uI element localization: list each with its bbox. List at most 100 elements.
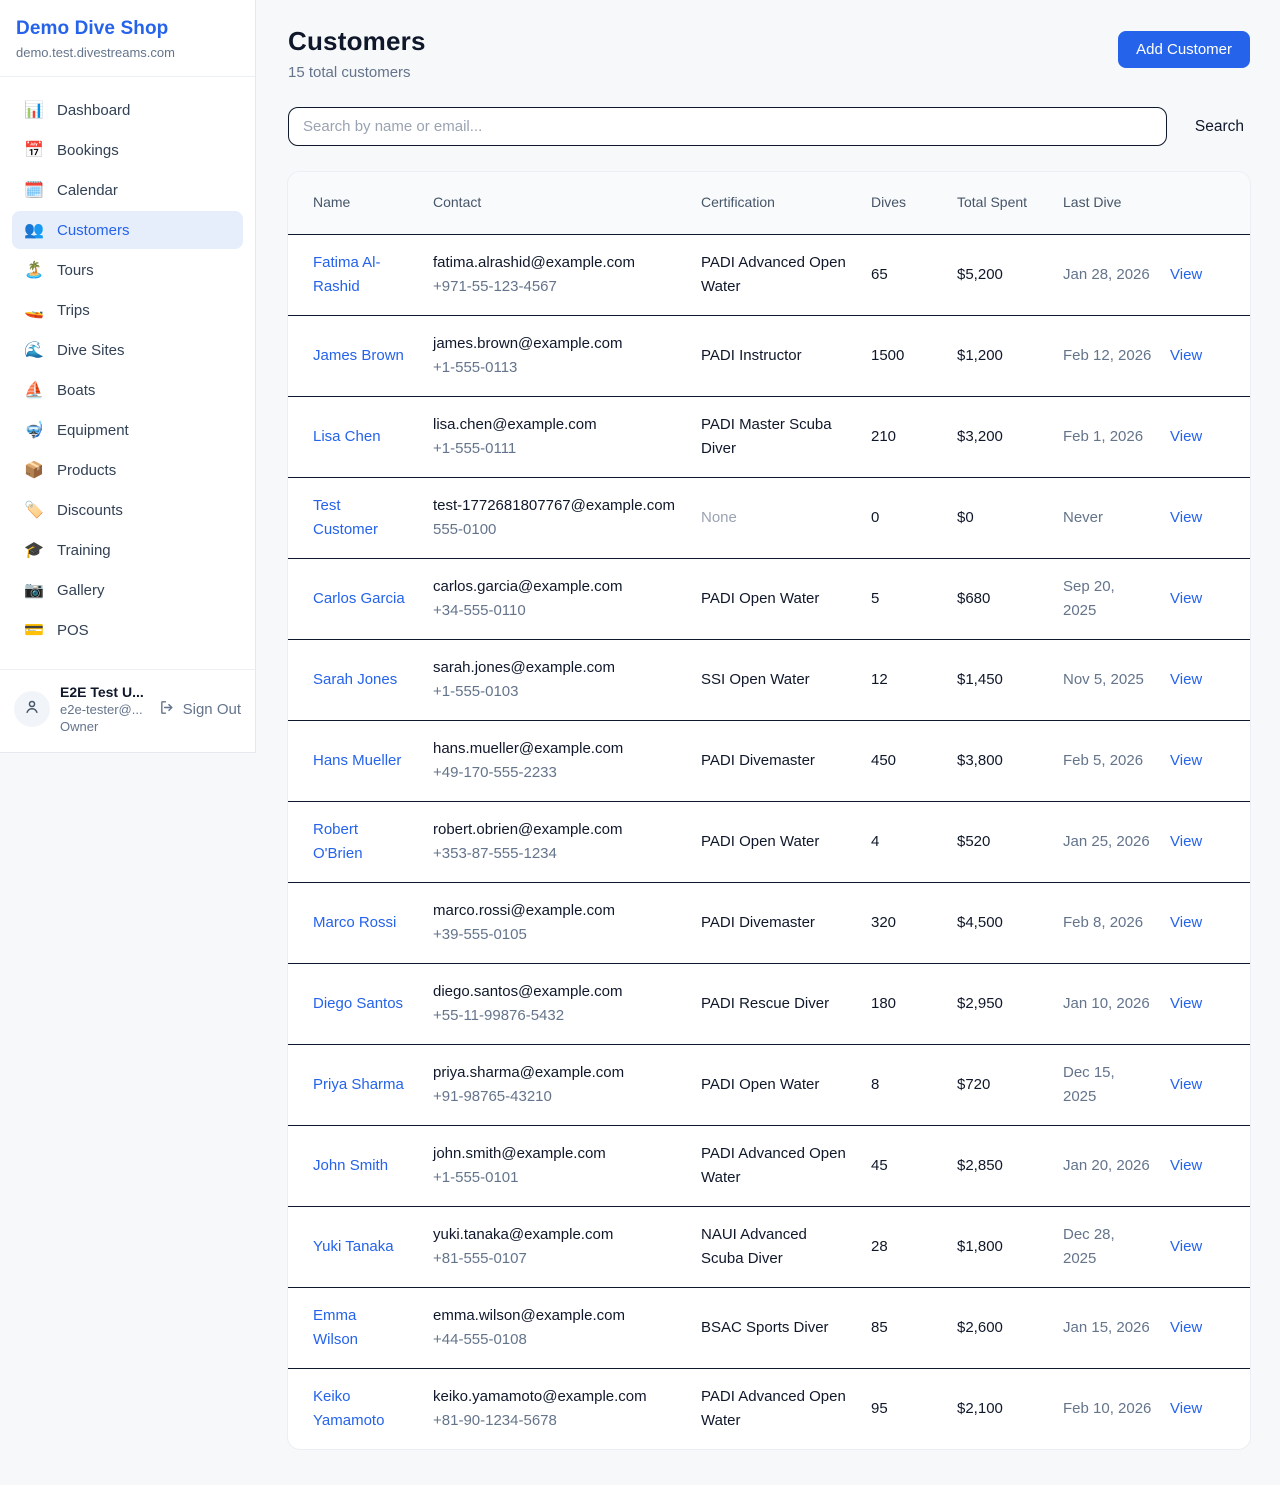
sidebar-item-equipment[interactable]: 🤿Equipment <box>12 411 243 449</box>
view-customer-link[interactable]: View <box>1170 428 1202 445</box>
customer-name-link[interactable]: Carlos Garcia <box>313 587 405 611</box>
view-customer-link[interactable]: View <box>1170 347 1202 364</box>
customer-name-cell: John Smith <box>288 1125 433 1206</box>
customer-contact-cell: emma.wilson@example.com+44-555-0108 <box>433 1287 701 1368</box>
customer-name-cell: Fatima Al-Rashid <box>288 234 433 315</box>
customer-name-link[interactable]: Lisa Chen <box>313 425 381 449</box>
view-customer-link[interactable]: View <box>1170 1319 1202 1336</box>
sidebar-item-gallery[interactable]: 📷Gallery <box>12 571 243 609</box>
customer-email: yuki.tanaka@example.com <box>433 1223 683 1247</box>
customer-total-spent-cell: $680 <box>957 558 1063 639</box>
sidebar-item-discounts[interactable]: 🏷️Discounts <box>12 491 243 529</box>
customer-name-link[interactable]: Yuki Tanaka <box>313 1235 394 1259</box>
view-customer-link[interactable]: View <box>1170 266 1202 283</box>
customer-name-link[interactable]: Robert O'Brien <box>313 818 405 866</box>
view-customer-link[interactable]: View <box>1170 1238 1202 1255</box>
sidebar-item-tours[interactable]: 🏝️Tours <box>12 251 243 289</box>
customer-name-link[interactable]: Emma Wilson <box>313 1304 405 1352</box>
customer-phone: +39-555-0105 <box>433 923 683 947</box>
customer-total-spent-cell: $2,100 <box>957 1368 1063 1449</box>
customer-email: robert.obrien@example.com <box>433 818 683 842</box>
customer-action-cell: View <box>1170 1044 1250 1125</box>
customer-name-link[interactable]: James Brown <box>313 344 404 368</box>
customer-phone: +44-555-0108 <box>433 1328 683 1352</box>
view-customer-link[interactable]: View <box>1170 914 1202 931</box>
customer-name-link[interactable]: Hans Mueller <box>313 749 401 773</box>
customer-last-dive-cell: Nov 5, 2025 <box>1063 639 1170 720</box>
search-input[interactable] <box>288 107 1167 146</box>
sidebar-item-calendar[interactable]: 🗓️Calendar <box>12 171 243 209</box>
shop-name: Demo Dive Shop <box>16 18 239 40</box>
graduation-cap-icon: 🎓 <box>24 540 44 560</box>
sidebar-item-dive-sites[interactable]: 🌊Dive Sites <box>12 331 243 369</box>
search-button[interactable]: Search <box>1189 110 1250 144</box>
customer-action-cell: View <box>1170 1125 1250 1206</box>
customer-dives-cell: 12 <box>871 639 957 720</box>
sidebar-item-training[interactable]: 🎓Training <box>12 531 243 569</box>
view-customer-link[interactable]: View <box>1170 833 1202 850</box>
shop-header: Demo Dive Shop demo.test.divestreams.com <box>0 0 255 77</box>
page-header: Customers 15 total customers Add Custome… <box>288 26 1250 81</box>
customer-action-cell: View <box>1170 639 1250 720</box>
customer-total-spent-cell: $4,500 <box>957 882 1063 963</box>
customer-name-link[interactable]: Sarah Jones <box>313 668 397 692</box>
customer-action-cell: View <box>1170 801 1250 882</box>
customer-name-link[interactable]: Fatima Al-Rashid <box>313 251 405 299</box>
customer-name-cell: Diego Santos <box>288 963 433 1044</box>
customer-certification-cell: PADI Open Water <box>701 1044 871 1125</box>
view-customer-link[interactable]: View <box>1170 1400 1202 1417</box>
table-row: Priya Sharmapriya.sharma@example.com+91-… <box>288 1044 1250 1125</box>
customer-dives-cell: 95 <box>871 1368 957 1449</box>
sidebar-item-customers[interactable]: 👥Customers <box>12 211 243 249</box>
sidebar-item-dashboard[interactable]: 📊Dashboard <box>12 91 243 129</box>
customer-name-link[interactable]: Diego Santos <box>313 992 403 1016</box>
sidebar-item-label: Dashboard <box>57 102 130 119</box>
customer-phone: 555-0100 <box>433 518 683 542</box>
customer-email: james.brown@example.com <box>433 332 683 356</box>
sidebar-item-label: Dive Sites <box>57 342 125 359</box>
sidebar-item-products[interactable]: 📦Products <box>12 451 243 489</box>
sidebar-item-bookings[interactable]: 📅Bookings <box>12 131 243 169</box>
view-customer-link[interactable]: View <box>1170 509 1202 526</box>
customer-name-cell: Marco Rossi <box>288 882 433 963</box>
customer-last-dive-cell: Feb 5, 2026 <box>1063 720 1170 801</box>
customer-name-link[interactable]: John Smith <box>313 1154 388 1178</box>
add-customer-button[interactable]: Add Customer <box>1118 31 1250 68</box>
customer-email: sarah.jones@example.com <box>433 656 683 680</box>
customer-phone: +55-11-99876-5432 <box>433 1004 683 1028</box>
customer-last-dive-cell: Dec 28, 2025 <box>1063 1206 1170 1287</box>
sign-out-button[interactable]: Sign Out <box>159 699 241 720</box>
customer-email: test-1772681807767@example.com <box>433 494 683 518</box>
customer-email: emma.wilson@example.com <box>433 1304 683 1328</box>
customer-name-link[interactable]: Priya Sharma <box>313 1073 404 1097</box>
customer-total-spent-cell: $520 <box>957 801 1063 882</box>
customer-certification-cell: PADI Advanced Open Water <box>701 234 871 315</box>
customer-email: diego.santos@example.com <box>433 980 683 1004</box>
customer-phone: +81-90-1234-5678 <box>433 1409 683 1433</box>
view-customer-link[interactable]: View <box>1170 752 1202 769</box>
customer-dives-cell: 45 <box>871 1125 957 1206</box>
view-customer-link[interactable]: View <box>1170 590 1202 607</box>
view-customer-link[interactable]: View <box>1170 995 1202 1012</box>
customer-name-link[interactable]: Test Customer <box>313 494 405 542</box>
sidebar-item-boats[interactable]: ⛵Boats <box>12 371 243 409</box>
person-icon <box>23 698 41 721</box>
customer-name-link[interactable]: Marco Rossi <box>313 911 396 935</box>
view-customer-link[interactable]: View <box>1170 671 1202 688</box>
sidebar-item-pos[interactable]: 💳POS <box>12 611 243 649</box>
customer-last-dive-cell: Dec 15, 2025 <box>1063 1044 1170 1125</box>
customer-last-dive-cell: Never <box>1063 477 1170 558</box>
calendar-icon: 📅 <box>24 140 44 160</box>
view-customer-link[interactable]: View <box>1170 1157 1202 1174</box>
customer-contact-cell: yuki.tanaka@example.com+81-555-0107 <box>433 1206 701 1287</box>
view-customer-link[interactable]: View <box>1170 1076 1202 1093</box>
customer-name-link[interactable]: Keiko Yamamoto <box>313 1385 405 1433</box>
sidebar-item-trips[interactable]: 🚤Trips <box>12 291 243 329</box>
customer-certification-cell: PADI Rescue Diver <box>701 963 871 1044</box>
people-icon: 👥 <box>24 220 44 240</box>
customer-dives-cell: 85 <box>871 1287 957 1368</box>
shop-domain: demo.test.divestreams.com <box>16 45 239 60</box>
spiral-calendar-icon: 🗓️ <box>24 180 44 200</box>
page-title-block: Customers 15 total customers <box>288 26 426 81</box>
table-row: James Brownjames.brown@example.com+1-555… <box>288 315 1250 396</box>
